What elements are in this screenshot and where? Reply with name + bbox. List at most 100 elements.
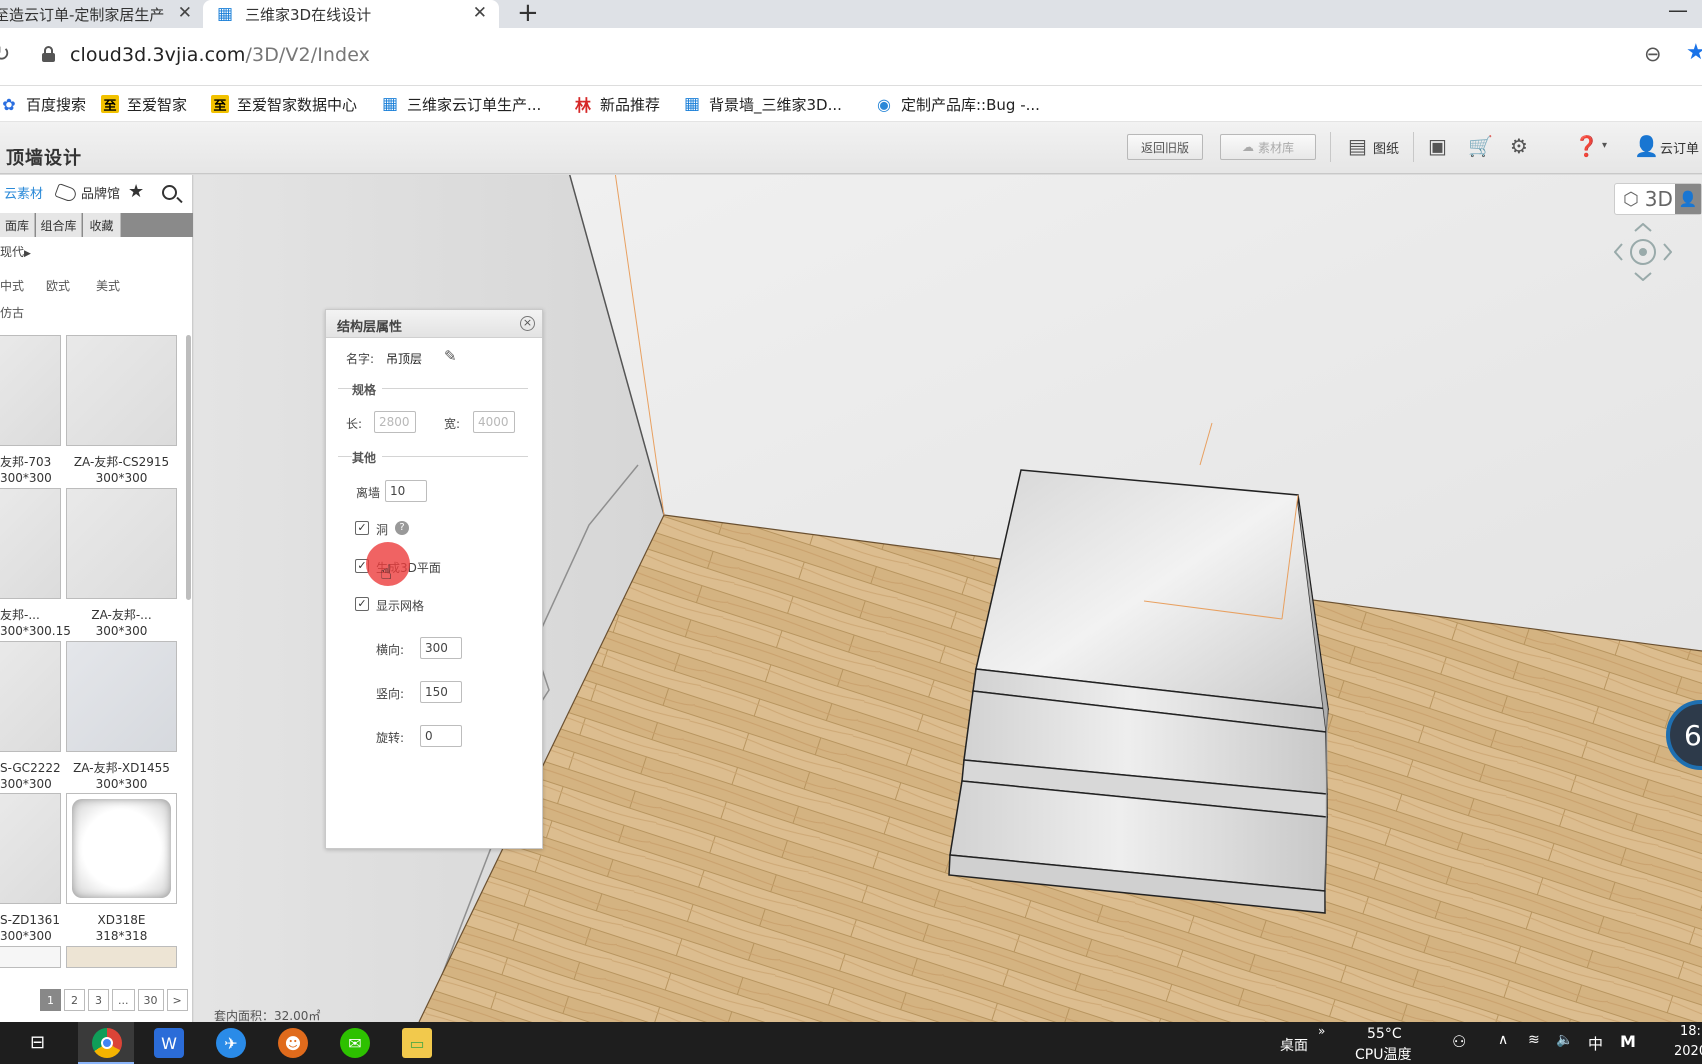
material-tile[interactable]	[66, 641, 177, 752]
material-tile[interactable]	[66, 793, 177, 904]
style-option[interactable]: 美式	[96, 277, 120, 294]
material-tile[interactable]	[66, 488, 177, 599]
horizontal-field[interactable]: 300	[420, 637, 462, 659]
chevron-up-icon[interactable]: ∧	[1498, 1032, 1508, 1048]
close-icon[interactable]: ×	[520, 316, 535, 331]
material-tile[interactable]	[0, 793, 61, 904]
tab-label: 云素材	[4, 187, 44, 202]
hand-cursor-icon: ☝	[380, 560, 393, 584]
bookmark-item[interactable]: ▦ 三维家云订单生产...	[381, 86, 541, 122]
drawings-label[interactable]: 图纸	[1373, 138, 1399, 157]
bookmark-item[interactable]: ▦ 背景墙_三维家3D...	[683, 86, 842, 122]
style-option[interactable]: 欧式	[46, 277, 70, 294]
wps-icon[interactable]: W	[154, 1028, 184, 1058]
ime-mode-icon[interactable]: M	[1620, 1032, 1636, 1051]
help-icon[interactable]: ?	[395, 521, 409, 535]
show-grid-checkbox[interactable]: ✓	[355, 597, 369, 611]
page-button[interactable]: 2	[64, 989, 85, 1011]
view-mode-toggle[interactable]: ⬡ 3D 👤	[1614, 183, 1702, 215]
user-icon[interactable]: 👤	[1634, 134, 1659, 158]
bookmark-item[interactable]: 至至爱智家	[101, 86, 187, 122]
style-option[interactable]: 仿古	[0, 304, 24, 321]
chevron-right-icon[interactable]: »	[1318, 1024, 1325, 1038]
help-icon[interactable]: ❓	[1574, 134, 1599, 158]
wifi-icon[interactable]: ≋	[1528, 1032, 1540, 1048]
material-caption: S-ZD1361 300*300	[0, 913, 60, 943]
search-icon[interactable]	[162, 185, 177, 200]
divider	[382, 456, 528, 457]
chevron-down-icon[interactable]: ▾	[1602, 140, 1607, 151]
hole-checkbox[interactable]: ✓	[355, 521, 369, 535]
close-tab-icon[interactable]: ✕	[473, 3, 487, 23]
page-button[interactable]: 30	[137, 989, 164, 1011]
globe-icon: ◉	[877, 94, 891, 114]
feishu-bird-icon[interactable]: ✈	[216, 1028, 246, 1058]
cart-icon[interactable]: 🛒	[1468, 134, 1493, 158]
dialog-header[interactable]: 结构层属性 ×	[326, 310, 542, 338]
material-tile[interactable]	[66, 946, 177, 968]
material-library-button[interactable]: ☁ 素材库	[1220, 134, 1316, 160]
volume-icon[interactable]: 🔈	[1556, 1032, 1573, 1048]
divider	[338, 456, 352, 457]
tab-brand-hall[interactable]: 品牌馆	[54, 182, 120, 203]
file-explorer-icon[interactable]: ▭	[402, 1028, 432, 1058]
page-ellipsis: ...	[112, 989, 135, 1011]
tab-cloud-materials[interactable]: 云素材	[4, 183, 43, 202]
settings-gear-icon[interactable]: ⚙	[1510, 134, 1528, 158]
page-button[interactable]: 3	[88, 989, 109, 1011]
people-icon[interactable]: ⚇	[1452, 1032, 1466, 1051]
new-tab-button[interactable]: +	[517, 0, 539, 26]
bookmark-item[interactable]: ✿ 百度搜索	[0, 86, 86, 122]
horizontal-label: 横向:	[376, 643, 405, 657]
bookmark-star-icon[interactable]: ★	[1686, 40, 1702, 65]
reload-icon[interactable]: ↻	[0, 42, 10, 67]
wall-offset-field[interactable]: 10	[385, 480, 427, 502]
rotation-field[interactable]: 0	[420, 725, 462, 747]
material-tile[interactable]	[0, 946, 61, 968]
user-label[interactable]: 云订单	[1660, 138, 1699, 157]
next-page-button[interactable]: >	[166, 989, 188, 1011]
edit-pencil-icon[interactable]: ✎	[444, 347, 457, 365]
minimize-window-button[interactable]: —	[1668, 0, 1688, 22]
browser-tab-active[interactable]: ▦ 三维家3D在线设计 ✕	[203, 0, 499, 28]
subtab-combo-lib[interactable]: 组合库	[36, 213, 82, 237]
bookmark-item[interactable]: ◉ 定制产品库::Bug -...	[875, 86, 1040, 122]
subtab-surface-lib[interactable]: 面库	[0, 213, 35, 237]
bookmark-item[interactable]: 林新品推荐	[574, 86, 660, 122]
clock-time[interactable]: 18:	[1680, 1024, 1701, 1039]
bookmark-label: 三维家云订单生产...	[407, 95, 542, 114]
lock-icon[interactable]	[42, 46, 55, 62]
close-tab-icon[interactable]: ✕	[178, 3, 192, 23]
app-mask-icon[interactable]: ☻	[278, 1028, 308, 1058]
width-field[interactable]: 4000	[473, 411, 515, 433]
material-tile[interactable]	[66, 335, 177, 446]
subtab-favorites[interactable]: 收藏	[83, 213, 121, 237]
navigation-pad-icon[interactable]	[1614, 223, 1672, 281]
ime-indicator[interactable]: 中	[1588, 1033, 1603, 1054]
task-view-icon[interactable]: ⊟	[30, 1032, 45, 1053]
page-button[interactable]: 1	[40, 989, 61, 1011]
drawing-icon[interactable]: ▤	[1348, 134, 1367, 158]
favorites-star-icon[interactable]: ★	[128, 181, 144, 202]
style-filter-dropdown[interactable]: 现代▶	[0, 243, 31, 260]
clock-date[interactable]: 2020/	[1674, 1044, 1702, 1059]
material-tile[interactable]	[0, 641, 61, 752]
chrome-icon[interactable]	[92, 1028, 122, 1058]
bookmark-item[interactable]: 至至爱智家数据中心	[211, 86, 357, 122]
wall-offset-label: 离墙	[356, 486, 381, 500]
length-field[interactable]: 2800	[374, 411, 416, 433]
desktop-toolbar-label[interactable]: 桌面	[1280, 1035, 1308, 1055]
return-old-version-button[interactable]: 返回旧版	[1127, 134, 1203, 160]
style-option[interactable]: 中式	[0, 277, 24, 294]
material-tile[interactable]	[0, 488, 61, 599]
zoom-out-icon[interactable]: ⊖	[1644, 42, 1662, 66]
library-scrollbar[interactable]	[186, 335, 191, 600]
material-tile[interactable]	[0, 335, 61, 446]
vertical-field[interactable]: 150	[420, 681, 462, 703]
person-view-icon[interactable]: 👤	[1675, 184, 1701, 214]
tag-icon	[54, 182, 78, 203]
url-field[interactable]: cloud3d.3vjia.com/3D/V2/Index	[70, 44, 370, 66]
wechat-icon[interactable]: ✉	[340, 1028, 370, 1058]
save-icon[interactable]: ▣	[1428, 134, 1447, 158]
browser-tab-inactive[interactable]: 至造云订单-定制家居生产 ✕	[0, 0, 200, 28]
